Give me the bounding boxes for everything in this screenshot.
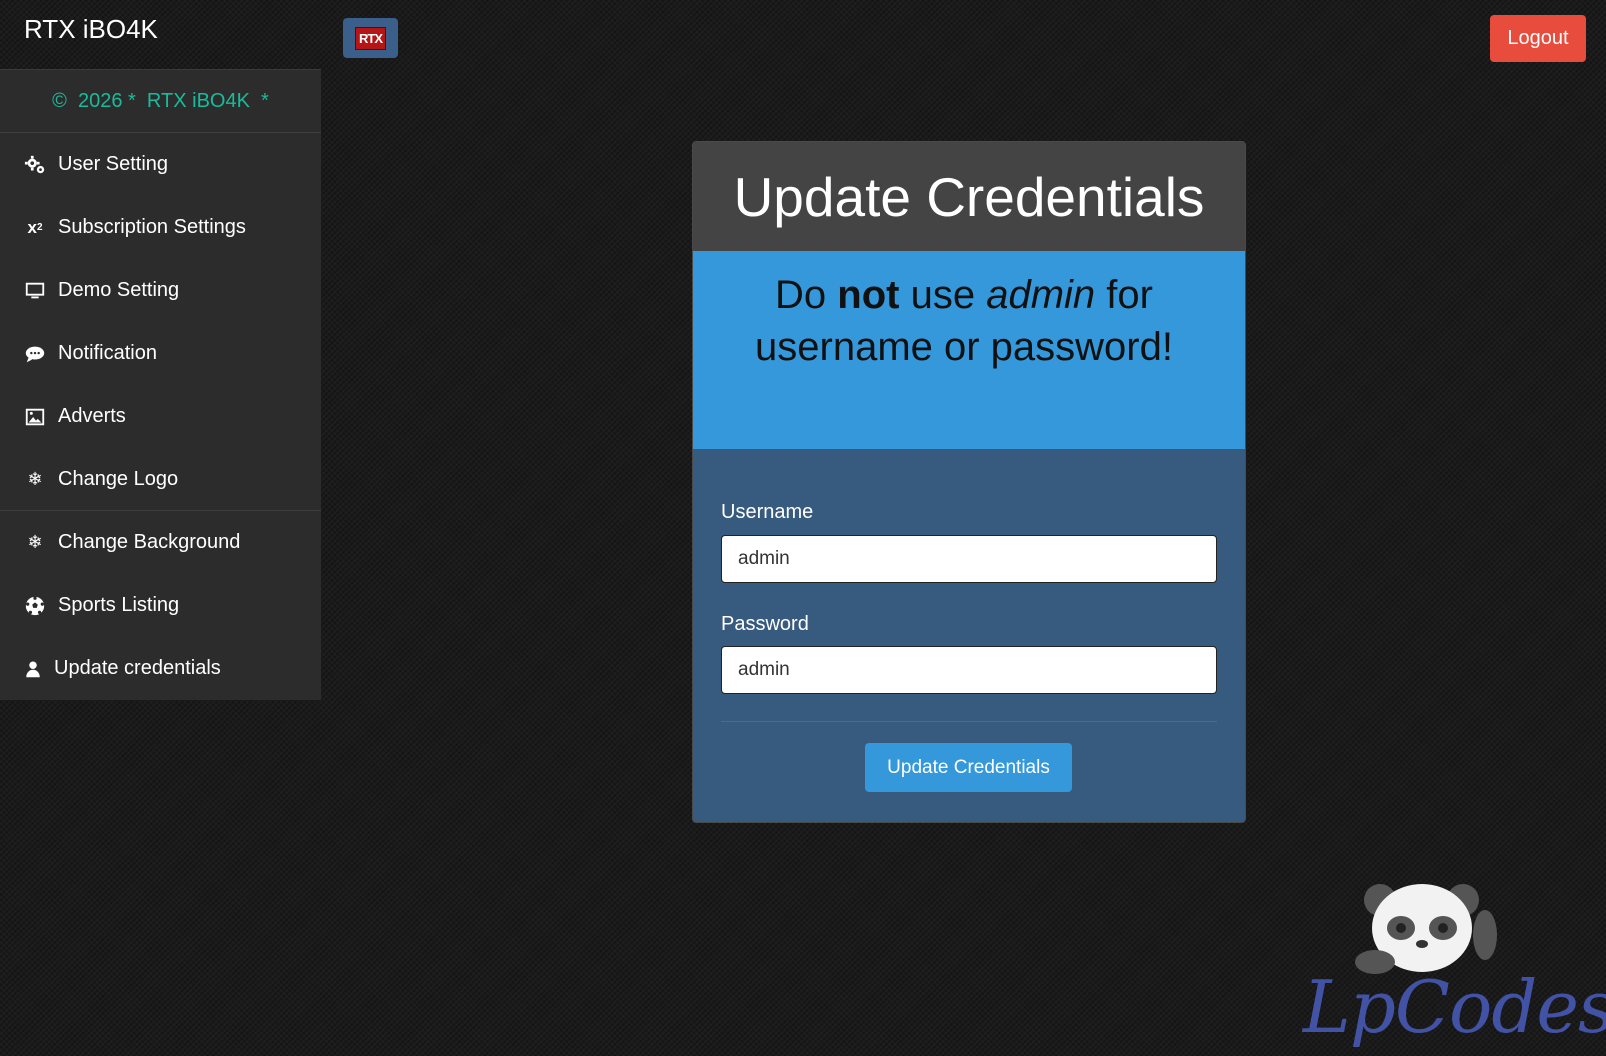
sidebar-item-label: Change Background xyxy=(58,531,241,553)
sidebar-item-demo-setting[interactable]: Demo Setting xyxy=(0,259,321,322)
form-divider xyxy=(721,721,1217,722)
watermark-text: LpCodes xyxy=(1303,965,1606,1049)
sidebar-item-label: Change Logo xyxy=(58,467,179,490)
copyright-text: © 2026 * RTX iBO4K * xyxy=(0,70,321,133)
password-input[interactable] xyxy=(721,646,1217,694)
sidebar-item-adverts[interactable]: Adverts xyxy=(0,385,321,448)
sidebar-item-label: Demo Setting xyxy=(58,279,180,301)
sidebar-item-change-background[interactable]: ❄ Change Background xyxy=(0,511,321,574)
monitor-icon xyxy=(24,280,46,302)
sidebar-item-subscription-settings[interactable]: x2 Subscription Settings xyxy=(0,196,321,259)
warning-message: Do not use admin for username or passwor… xyxy=(693,251,1245,449)
sidebar-item-label: Notification xyxy=(58,342,157,364)
warning-text-pre: Do xyxy=(775,273,838,317)
rtx-logo-button[interactable]: RTX xyxy=(343,18,398,58)
panda-mascot-icon xyxy=(1355,884,1497,974)
subscript-icon: x2 xyxy=(27,217,43,237)
sidebar: © 2026 * RTX iBO4K * User Setting x2 Sub… xyxy=(0,69,321,700)
sidebar-item-label: Sports Listing xyxy=(58,594,180,616)
image-icon xyxy=(24,406,46,428)
snowflake-icon: ❄ xyxy=(27,532,43,552)
sidebar-item-label: Update credentials xyxy=(54,657,221,679)
logout-button[interactable]: Logout xyxy=(1490,15,1586,62)
sidebar-item-notification[interactable]: Notification xyxy=(0,322,321,385)
credentials-form: Username Password Update Credentials xyxy=(693,449,1245,822)
brand-title[interactable]: RTX iBO4K xyxy=(24,14,158,45)
sidebar-item-user-setting[interactable]: User Setting xyxy=(0,133,321,196)
lpcodes-watermark: LpCodes xyxy=(1295,880,1606,1050)
warning-text-mid: use xyxy=(899,273,987,317)
username-input[interactable] xyxy=(721,535,1217,583)
snowflake-icon: ❄ xyxy=(27,468,43,489)
user-icon xyxy=(24,658,42,680)
sidebar-item-label: User Setting xyxy=(58,153,169,175)
chat-icon xyxy=(24,343,46,365)
username-label: Username xyxy=(721,501,814,523)
update-credentials-card: Update Credentials Do not use admin for … xyxy=(692,141,1246,823)
rtx-logo: RTX xyxy=(355,26,386,50)
sidebar-item-sports-listing[interactable]: Sports Listing xyxy=(0,574,321,637)
gears-icon xyxy=(24,154,46,176)
sidebar-item-label: Subscription Settings xyxy=(58,216,246,238)
password-label: Password xyxy=(721,613,809,635)
card-title: Update Credentials xyxy=(693,142,1245,251)
sidebar-item-label: Adverts xyxy=(58,405,126,427)
update-credentials-button[interactable]: Update Credentials xyxy=(865,743,1072,792)
sidebar-item-update-credentials[interactable]: Update credentials xyxy=(0,637,321,700)
sidebar-item-change-logo[interactable]: ❄ Change Logo xyxy=(0,448,321,511)
warning-text-bold: not xyxy=(837,273,900,317)
warning-text-italic: admin xyxy=(986,273,1096,317)
soccer-ball-icon xyxy=(24,595,46,617)
